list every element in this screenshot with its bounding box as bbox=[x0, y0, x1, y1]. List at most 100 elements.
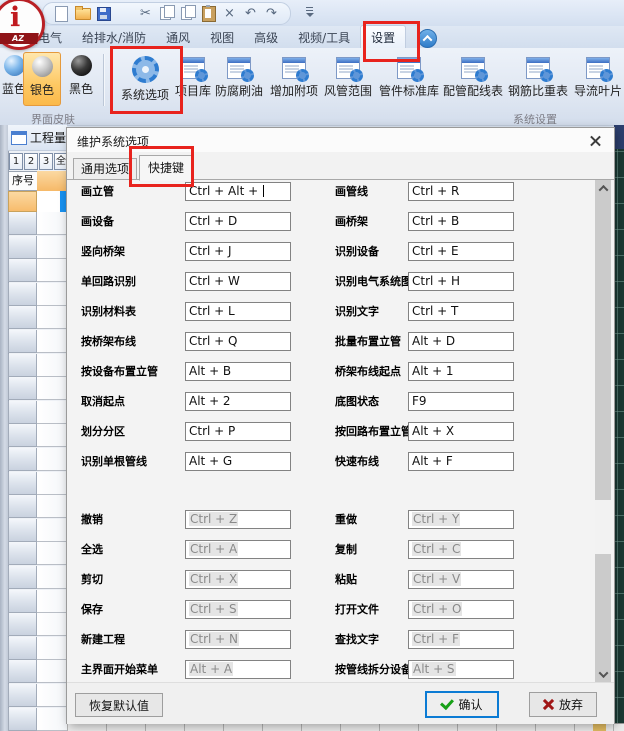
table-cell[interactable] bbox=[37, 306, 67, 329]
table-row-header-cell[interactable] bbox=[8, 259, 37, 282]
table-row-header-cell[interactable] bbox=[8, 330, 37, 353]
shortcut-input[interactable]: Ctrl + J bbox=[185, 242, 291, 261]
dialog-titlebar[interactable]: 维护系统选项 bbox=[67, 128, 614, 152]
ribbon-tool-button[interactable]: 管件标准库 bbox=[377, 52, 441, 108]
table-row-header-cell[interactable] bbox=[8, 613, 37, 636]
table-cell[interactable] bbox=[37, 259, 67, 282]
table-row-header-cell[interactable] bbox=[8, 306, 37, 329]
table-cell[interactable] bbox=[37, 283, 67, 306]
shortcut-input[interactable]: Alt + F bbox=[408, 452, 514, 471]
shortcut-input[interactable]: Ctrl + Z bbox=[185, 510, 291, 529]
ribbon-tab-item[interactable]: 视图 bbox=[200, 26, 244, 49]
table-row-header-cell[interactable] bbox=[8, 542, 37, 565]
undo-icon[interactable]: ↶ bbox=[242, 5, 259, 22]
ribbon-tool-button[interactable]: 系统选项 bbox=[114, 52, 176, 108]
cancel-button[interactable]: 放弃 bbox=[529, 692, 597, 717]
shortcut-input[interactable]: Ctrl + R bbox=[408, 182, 514, 201]
shortcut-input[interactable]: Ctrl + Y bbox=[408, 510, 514, 529]
quantity-panel-toolbar[interactable]: 工程量 bbox=[8, 125, 67, 151]
shortcut-input[interactable]: Ctrl + A bbox=[185, 540, 291, 559]
shortcut-input[interactable]: Alt + A bbox=[185, 660, 291, 679]
shortcut-input[interactable]: Alt + D bbox=[408, 332, 514, 351]
new-document-icon[interactable] bbox=[53, 5, 70, 22]
shortcut-input[interactable]: Alt + G bbox=[185, 452, 291, 471]
table-cell[interactable] bbox=[37, 708, 67, 731]
table-cell[interactable] bbox=[37, 613, 67, 636]
table-row-header-cell[interactable] bbox=[8, 377, 37, 400]
duplicate-icon[interactable] bbox=[179, 5, 196, 22]
shortcut-input[interactable]: Ctrl + Alt + bbox=[185, 182, 291, 201]
shortcut-input[interactable]: Alt + B bbox=[185, 362, 291, 381]
ribbon-tab-item[interactable]: 通风 bbox=[156, 26, 200, 49]
shortcut-input[interactable]: Ctrl + C bbox=[408, 540, 514, 559]
page-button[interactable]: 3 bbox=[39, 153, 53, 170]
ribbon-tab-active[interactable]: 设置 bbox=[360, 25, 406, 49]
table-cell[interactable] bbox=[37, 236, 67, 259]
table-cell[interactable] bbox=[37, 377, 67, 400]
table-cell-highlighted[interactable] bbox=[8, 191, 37, 212]
table-row-header-cell[interactable] bbox=[8, 283, 37, 306]
table-cell[interactable] bbox=[37, 424, 67, 447]
ribbon-tool-button[interactable]: 钢筋比重表 bbox=[506, 52, 570, 108]
table-row-header-cell[interactable] bbox=[8, 637, 37, 660]
ribbon-tool-button[interactable]: 配管配线表 bbox=[441, 52, 505, 108]
table-cell[interactable] bbox=[37, 330, 67, 353]
shortcut-input[interactable]: Ctrl + F bbox=[408, 630, 514, 649]
save-icon[interactable] bbox=[95, 5, 112, 22]
page-button[interactable]: 1 bbox=[9, 153, 23, 170]
shortcut-input[interactable]: Alt + S bbox=[408, 660, 514, 679]
ribbon-tool-button[interactable]: 导流叶片 bbox=[572, 52, 624, 108]
table-row-header-cell[interactable] bbox=[8, 448, 37, 471]
ribbon-tool-button[interactable]: 风管范围 bbox=[322, 52, 374, 108]
shortcut-input[interactable]: Ctrl + S bbox=[185, 600, 291, 619]
shortcut-input[interactable]: Ctrl + E bbox=[408, 242, 514, 261]
close-icon[interactable] bbox=[588, 133, 603, 148]
copy-icon[interactable] bbox=[158, 5, 175, 22]
ribbon-tab-item[interactable]: 高级 bbox=[244, 26, 288, 49]
confirm-button[interactable]: 确认 bbox=[425, 691, 499, 718]
skin-button-silver[interactable]: 银色 bbox=[23, 52, 61, 106]
table-cell[interactable] bbox=[37, 495, 67, 518]
dialog-tab-shortcut-keys[interactable]: 快捷键 bbox=[139, 155, 193, 181]
shortcut-input[interactable]: Ctrl + H bbox=[408, 272, 514, 291]
paste-icon[interactable] bbox=[200, 5, 217, 22]
shortcut-input[interactable]: Ctrl + T bbox=[408, 302, 514, 321]
restore-defaults-button[interactable]: 恢复默认值 bbox=[75, 693, 163, 717]
shortcut-input[interactable]: Ctrl + D bbox=[185, 212, 291, 231]
table-cell[interactable] bbox=[37, 542, 67, 565]
dialog-tab-general-options[interactable]: 通用选项 bbox=[73, 158, 137, 180]
table-row-header-cell[interactable] bbox=[8, 354, 37, 377]
table-cell[interactable] bbox=[37, 566, 67, 589]
table-row-header-cell[interactable] bbox=[8, 684, 37, 707]
shortcut-input[interactable]: Ctrl + L bbox=[185, 302, 291, 321]
table-cell[interactable] bbox=[37, 637, 67, 660]
table-cell[interactable] bbox=[37, 191, 60, 213]
customize-toolbar-icon[interactable] bbox=[304, 6, 316, 18]
shortcut-input[interactable]: F9 bbox=[408, 392, 514, 411]
cut-icon[interactable]: ✂ bbox=[137, 5, 154, 22]
shortcut-input[interactable]: Ctrl + Q bbox=[185, 332, 291, 351]
table-row-header-cell[interactable] bbox=[8, 566, 37, 589]
print-preview-icon[interactable] bbox=[116, 5, 133, 22]
table-row-header-cell[interactable] bbox=[8, 212, 37, 235]
ribbon-tool-button[interactable]: 增加附项 bbox=[268, 52, 320, 108]
shortcut-input[interactable]: Alt + 2 bbox=[185, 392, 291, 411]
collapse-ribbon-button[interactable] bbox=[418, 29, 437, 48]
table-row-header-cell[interactable] bbox=[8, 660, 37, 683]
table-cell[interactable] bbox=[37, 660, 67, 683]
table-row-header-cell[interactable] bbox=[8, 472, 37, 495]
table-row-header-cell[interactable] bbox=[8, 424, 37, 447]
table-row-header-cell[interactable] bbox=[8, 401, 37, 424]
ribbon-tool-button[interactable]: 项目库 bbox=[174, 52, 212, 108]
shortcut-input[interactable]: Alt + X bbox=[408, 422, 514, 441]
page-button[interactable]: 全 bbox=[54, 153, 67, 170]
ribbon-tool-button[interactable]: 防腐刷油 bbox=[213, 52, 265, 108]
table-cell[interactable] bbox=[37, 684, 67, 707]
scrollbar-thumb[interactable] bbox=[595, 500, 611, 554]
table-cell[interactable] bbox=[37, 519, 67, 542]
scrollbar[interactable] bbox=[595, 180, 611, 682]
column-header-highlighted[interactable] bbox=[37, 171, 67, 191]
shortcut-input[interactable]: Ctrl + V bbox=[408, 570, 514, 589]
table-row-header-cell[interactable] bbox=[8, 236, 37, 259]
open-folder-icon[interactable] bbox=[74, 5, 91, 22]
